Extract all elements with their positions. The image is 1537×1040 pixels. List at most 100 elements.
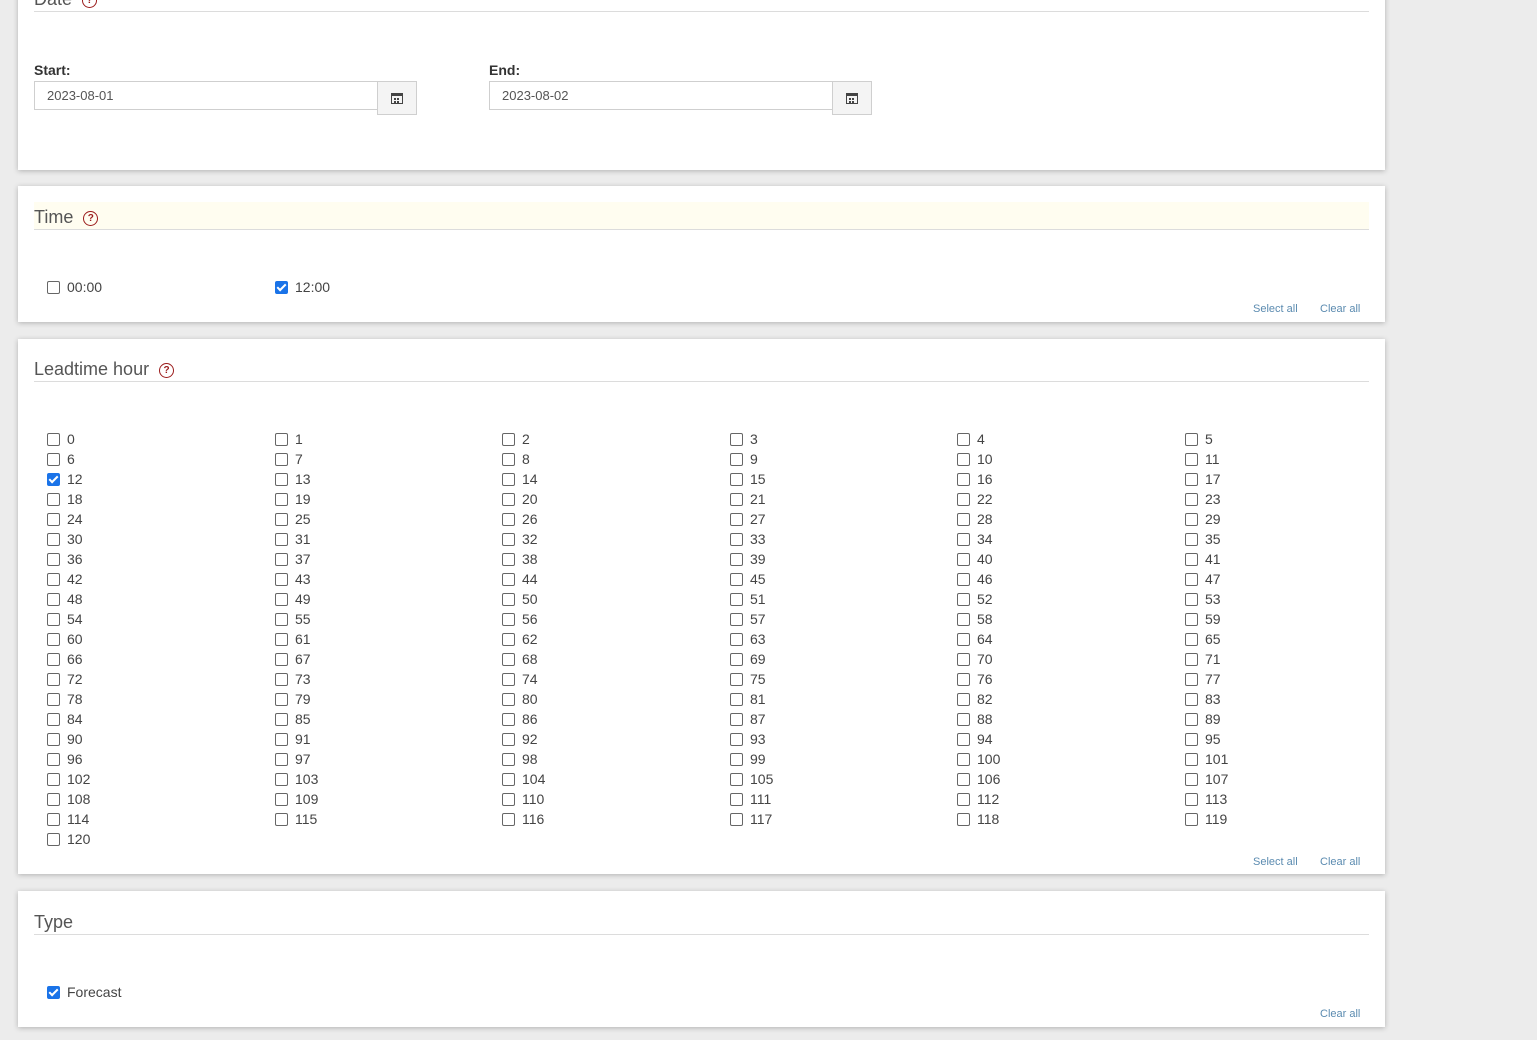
checkbox[interactable] bbox=[957, 673, 970, 686]
checkbox[interactable] bbox=[275, 573, 288, 586]
leadtime-option-63[interactable]: 63 bbox=[730, 630, 766, 648]
checkbox[interactable] bbox=[502, 733, 515, 746]
checkbox[interactable] bbox=[502, 473, 515, 486]
leadtime-option-55[interactable]: 55 bbox=[275, 610, 311, 628]
checkbox[interactable] bbox=[275, 433, 288, 446]
leadtime-option-71[interactable]: 71 bbox=[1185, 650, 1221, 668]
leadtime-option-68[interactable]: 68 bbox=[502, 650, 538, 668]
end-calendar-button[interactable] bbox=[832, 81, 872, 115]
leadtime-option-25[interactable]: 25 bbox=[275, 510, 311, 528]
leadtime-option-1[interactable]: 1 bbox=[275, 430, 303, 448]
leadtime-option-6[interactable]: 6 bbox=[47, 450, 75, 468]
leadtime-option-93[interactable]: 93 bbox=[730, 730, 766, 748]
checkbox[interactable] bbox=[275, 493, 288, 506]
leadtime-option-67[interactable]: 67 bbox=[275, 650, 311, 668]
checkbox[interactable] bbox=[47, 573, 60, 586]
leadtime-option-88[interactable]: 88 bbox=[957, 710, 993, 728]
leadtime-option-97[interactable]: 97 bbox=[275, 750, 311, 768]
checkbox[interactable] bbox=[957, 813, 970, 826]
checkbox[interactable] bbox=[47, 733, 60, 746]
leadtime-option-87[interactable]: 87 bbox=[730, 710, 766, 728]
leadtime-option-82[interactable]: 82 bbox=[957, 690, 993, 708]
leadtime-option-15[interactable]: 15 bbox=[730, 470, 766, 488]
leadtime-option-52[interactable]: 52 bbox=[957, 590, 993, 608]
leadtime-option-95[interactable]: 95 bbox=[1185, 730, 1221, 748]
checkbox[interactable] bbox=[47, 281, 60, 294]
leadtime-option-120[interactable]: 120 bbox=[47, 830, 90, 848]
leadtime-option-60[interactable]: 60 bbox=[47, 630, 83, 648]
leadtime-option-111[interactable]: 111 bbox=[730, 790, 771, 808]
leadtime-option-118[interactable]: 118 bbox=[957, 810, 999, 828]
checkbox[interactable] bbox=[957, 553, 970, 566]
leadtime-option-35[interactable]: 35 bbox=[1185, 530, 1221, 548]
leadtime-option-101[interactable]: 101 bbox=[1185, 750, 1228, 768]
checkbox[interactable] bbox=[275, 653, 288, 666]
checkbox[interactable] bbox=[502, 653, 515, 666]
leadtime-option-58[interactable]: 58 bbox=[957, 610, 993, 628]
leadtime-option-24[interactable]: 24 bbox=[47, 510, 83, 528]
checkbox[interactable] bbox=[1185, 453, 1198, 466]
leadtime-option-56[interactable]: 56 bbox=[502, 610, 538, 628]
leadtime-option-50[interactable]: 50 bbox=[502, 590, 538, 608]
checkbox[interactable] bbox=[502, 573, 515, 586]
checkbox[interactable] bbox=[47, 433, 60, 446]
checkbox[interactable] bbox=[730, 473, 743, 486]
checkbox[interactable] bbox=[47, 513, 60, 526]
checkbox[interactable] bbox=[1185, 493, 1198, 506]
checkbox[interactable] bbox=[957, 773, 970, 786]
checkbox[interactable] bbox=[275, 753, 288, 766]
checkbox[interactable] bbox=[730, 453, 743, 466]
leadtime-option-33[interactable]: 33 bbox=[730, 530, 766, 548]
checkbox[interactable] bbox=[502, 673, 515, 686]
leadtime-option-65[interactable]: 65 bbox=[1185, 630, 1221, 648]
leadtime-option-115[interactable]: 115 bbox=[275, 810, 317, 828]
leadtime-option-104[interactable]: 104 bbox=[502, 770, 545, 788]
leadtime-option-119[interactable]: 119 bbox=[1185, 810, 1227, 828]
checkbox-checked[interactable] bbox=[275, 281, 288, 294]
checkbox[interactable] bbox=[1185, 773, 1198, 786]
checkbox[interactable] bbox=[957, 613, 970, 626]
leadtime-option-81[interactable]: 81 bbox=[730, 690, 766, 708]
checkbox[interactable] bbox=[957, 453, 970, 466]
checkbox[interactable] bbox=[1185, 673, 1198, 686]
leadtime-option-80[interactable]: 80 bbox=[502, 690, 538, 708]
leadtime-option-99[interactable]: 99 bbox=[730, 750, 766, 768]
checkbox-checked[interactable] bbox=[47, 986, 60, 999]
end-date-input[interactable]: 2023-08-02 bbox=[489, 81, 833, 110]
checkbox[interactable] bbox=[47, 633, 60, 646]
leadtime-option-69[interactable]: 69 bbox=[730, 650, 766, 668]
checkbox[interactable] bbox=[957, 533, 970, 546]
checkbox[interactable] bbox=[1185, 813, 1198, 826]
checkbox[interactable] bbox=[275, 593, 288, 606]
checkbox[interactable] bbox=[957, 493, 970, 506]
checkbox[interactable] bbox=[47, 493, 60, 506]
checkbox[interactable] bbox=[502, 693, 515, 706]
checkbox[interactable] bbox=[957, 693, 970, 706]
leadtime-option-8[interactable]: 8 bbox=[502, 450, 530, 468]
checkbox[interactable] bbox=[730, 713, 743, 726]
leadtime-option-100[interactable]: 100 bbox=[957, 750, 1000, 768]
leadtime-option-89[interactable]: 89 bbox=[1185, 710, 1221, 728]
checkbox[interactable] bbox=[730, 493, 743, 506]
leadtime-option-49[interactable]: 49 bbox=[275, 590, 311, 608]
checkbox[interactable] bbox=[275, 733, 288, 746]
leadtime-option-16[interactable]: 16 bbox=[957, 470, 993, 488]
checkbox[interactable] bbox=[730, 513, 743, 526]
leadtime-option-86[interactable]: 86 bbox=[502, 710, 538, 728]
checkbox[interactable] bbox=[275, 473, 288, 486]
checkbox[interactable] bbox=[730, 813, 743, 826]
checkbox[interactable] bbox=[502, 813, 515, 826]
checkbox[interactable] bbox=[957, 793, 970, 806]
checkbox[interactable] bbox=[47, 453, 60, 466]
checkbox[interactable] bbox=[502, 493, 515, 506]
checkbox[interactable] bbox=[1185, 713, 1198, 726]
checkbox[interactable] bbox=[47, 713, 60, 726]
checkbox[interactable] bbox=[730, 733, 743, 746]
checkbox[interactable] bbox=[47, 533, 60, 546]
checkbox[interactable] bbox=[47, 753, 60, 766]
leadtime-option-29[interactable]: 29 bbox=[1185, 510, 1221, 528]
checkbox[interactable] bbox=[730, 773, 743, 786]
question-circle-icon[interactable]: ? bbox=[83, 211, 99, 226]
checkbox[interactable] bbox=[1185, 733, 1198, 746]
leadtime-option-84[interactable]: 84 bbox=[47, 710, 83, 728]
